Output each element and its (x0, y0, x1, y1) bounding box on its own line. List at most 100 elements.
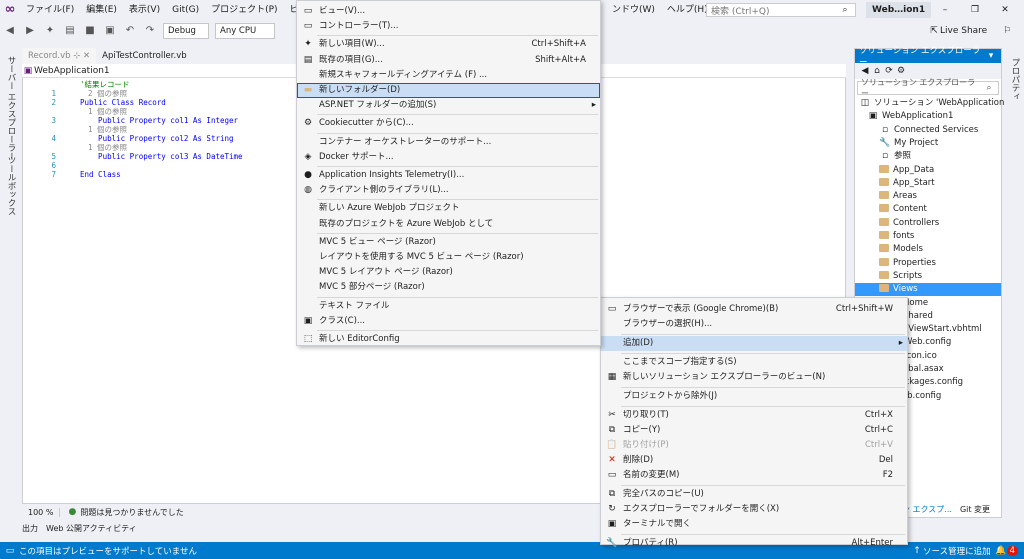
menu-item-7[interactable]: ✕ 削除(D) Del (601, 453, 907, 468)
add-menu-item-15[interactable]: レイアウトを使用する MVC 5 ビュー ページ (Razor) (297, 250, 600, 265)
tab-output[interactable]: 出力 (22, 523, 38, 534)
open-icon[interactable]: ▤ (61, 22, 79, 40)
restore-icon[interactable]: ❐ (960, 4, 990, 16)
save-all-icon[interactable]: ▣ (101, 22, 119, 40)
menu-window[interactable]: ンドウ(W) (606, 0, 661, 20)
add-menu-item-16[interactable]: MVC 5 レイアウト ページ (Razor) (297, 265, 600, 280)
add-menu-item-4[interactable]: 新規スキャフォールディングアイテム (F) ... (297, 68, 600, 83)
configuration-dropdown[interactable]: Debug (163, 23, 209, 39)
tab-apitestcontroller-vb[interactable]: ApiTestController.vb (96, 48, 192, 64)
tree-node[interactable]: App_Data (855, 164, 1001, 177)
sync-icon[interactable]: ⟳ (883, 65, 895, 77)
add-menu-item-2[interactable]: ✦ 新しい項目(W)... Ctrl+Shift+A (297, 37, 600, 52)
project-dropdown[interactable]: WebApplication1 (34, 66, 110, 76)
add-menu-item-0[interactable]: ▭ ビュー(V)... (297, 4, 600, 19)
add-menu-item-19[interactable]: ▣ クラス(C)... (297, 314, 600, 329)
line-number: 4 (51, 134, 56, 143)
tree-node[interactable]: Content (855, 203, 1001, 216)
add-menu-item-14[interactable]: MVC 5 ビュー ページ (Razor) (297, 235, 600, 250)
close-icon[interactable]: ✕ (990, 4, 1020, 16)
platform-dropdown[interactable]: Any CPU (215, 23, 275, 39)
tree-node[interactable]: Scripts (855, 270, 1001, 283)
add-item-icon: ◍ (304, 185, 312, 196)
tree-node[interactable]: ▣ WebApplication1 (855, 110, 1001, 123)
menu-item-1[interactable]: ここまでスコープ指定する(S) (601, 355, 907, 370)
menu-project[interactable]: プロジェクト(P) (205, 0, 283, 20)
undo-icon[interactable]: ↶ (121, 22, 139, 40)
bell-icon[interactable]: 🔔 (995, 545, 1007, 557)
live-share-button[interactable]: ⇱ Live Share ⚐ (928, 24, 1013, 38)
menu-git[interactable]: Git(G) (166, 0, 205, 20)
settings-icon[interactable]: ⚙ (895, 65, 907, 77)
tab-git-changes[interactable]: Git 変更 (960, 504, 990, 515)
save-icon[interactable]: ■ (81, 22, 99, 40)
tree-node[interactable]: 🔧 My Project (855, 137, 1001, 150)
menu-file[interactable]: ファイル(F) (20, 0, 80, 20)
minimize-icon[interactable]: – (930, 4, 960, 16)
menu-item-top-0[interactable]: ▭ ブラウザーで表示 (Google Chrome)(B) Ctrl+Shift+W (601, 302, 907, 317)
add-menu-item-3[interactable]: ▤ 既存の項目(G)... Shift+Alt+A (297, 53, 600, 68)
tab-record-vb[interactable]: Record.vb ⊹ ✕ (22, 48, 97, 64)
add-menu-item-10[interactable]: ● Application Insights Telemetry(I)... (297, 168, 600, 183)
menu-item-9[interactable]: ⧉ 完全パスのコピー(U) (601, 487, 907, 502)
menu-item-10[interactable]: ↻ エクスプローラーでフォルダーを開く(X) (601, 502, 907, 517)
menu-item-top-1[interactable]: ブラウザーの選択(H)... (601, 317, 907, 332)
codelens-reference[interactable]: 1 個の参照 (88, 143, 127, 152)
menu-item-12[interactable]: 🔧 プロパティ(R) Alt+Enter (601, 536, 907, 551)
back-icon[interactable]: ◀ (859, 65, 871, 77)
tree-node[interactable]: Properties (855, 257, 1001, 270)
redo-icon[interactable]: ↷ (141, 22, 159, 40)
tree-node[interactable]: ◫ ソリューション 'WebApplication (855, 97, 1005, 110)
tree-node[interactable]: Views (855, 283, 1001, 297)
tab-web-publish-activity[interactable]: Web 公開アクティビティ (46, 523, 137, 534)
properties-tab[interactable]: プロパティ (1009, 58, 1021, 101)
add-menu-item-8[interactable]: コンテナー オーケストレーターのサポート... (297, 135, 600, 150)
toolbox-tab[interactable]: ツールボックス (5, 156, 17, 216)
add-menu-item-20[interactable]: ⬚ 新しい EditorConfig (297, 332, 600, 347)
home-icon[interactable]: ⌂ (871, 65, 883, 77)
menu-view[interactable]: 表示(V) (123, 0, 166, 20)
menu-item-3[interactable]: プロジェクトから除外(J) (601, 389, 907, 404)
add-menu-item-13[interactable]: 既存のプロジェクトを Azure WebJob として (297, 217, 600, 232)
tree-node[interactable]: ▫ Connected Services (855, 124, 1001, 137)
tree-node[interactable]: Controllers (855, 217, 1001, 230)
menu-item-6[interactable]: 📋 貼り付け(P) Ctrl+V (601, 438, 907, 453)
tree-node[interactable]: fonts (855, 230, 1001, 243)
solution-explorer-search[interactable]: ソリューション エクスプローラー ⌕ (857, 78, 999, 98)
tree-node[interactable]: App_Start (855, 177, 1001, 190)
forward-icon[interactable]: ▶ (21, 22, 39, 40)
menu-item-4[interactable]: ✂ 切り取り(T) Ctrl+X (601, 408, 907, 423)
tree-node[interactable]: ▫ 参照 (855, 150, 1001, 163)
pin-icon[interactable]: ▾ (985, 50, 997, 62)
add-menu-item-18[interactable]: テキスト ファイル (297, 299, 600, 314)
add-menu-item-17[interactable]: MVC 5 部分ページ (Razor) (297, 280, 600, 295)
menu-item-5[interactable]: ⧉ コピー(Y) Ctrl+C (601, 423, 907, 438)
menu-edit[interactable]: 編集(E) (80, 0, 123, 20)
tree-node[interactable]: Models (855, 243, 1001, 256)
menu-separator (621, 485, 905, 486)
search-input[interactable]: 検索 (Ctrl+Q) (711, 4, 839, 17)
add-menu-item-9[interactable]: ◈ Docker サポート... (297, 150, 600, 165)
new-project-icon[interactable]: ✦ (41, 22, 59, 40)
add-menu-item-12[interactable]: 新しい Azure WebJob プロジェクト (297, 201, 600, 216)
add-menu-item-6[interactable]: ASP.NET フォルダーの追加(S) ▸ (297, 98, 600, 113)
zoom-level[interactable]: 100 % (22, 507, 61, 517)
back-icon[interactable]: ◀ (1, 22, 19, 40)
feedback-icon[interactable]: ⚐ (1001, 25, 1013, 37)
add-menu-item-7[interactable]: ⚙ Cookiecutter から(C)... (297, 116, 600, 131)
codelens-reference[interactable]: 1 個の参照 (88, 107, 127, 116)
menu-item-0[interactable]: 追加(D) ▸ (601, 336, 907, 351)
menu-item-8[interactable]: ▭ 名前の変更(M) F2 (601, 468, 907, 483)
tree-node[interactable]: Areas (855, 190, 1001, 203)
codelens-reference[interactable]: 2 個の参照 (88, 89, 127, 98)
menu-item-2[interactable]: ▦ 新しいソリューション エクスプローラーのビュー(N) (601, 370, 907, 385)
add-to-source-control[interactable]: ソース管理に追加 (923, 545, 991, 557)
add-menu-item-1[interactable]: ▭ コントローラー(T)... (297, 19, 600, 34)
code-area[interactable]: '結果レコード 1 2 個の参照 2 Public Class Record 1 個の参照… (22, 80, 292, 180)
codelens-reference[interactable]: 1 個の参照 (88, 125, 127, 134)
add-menu-item-5[interactable]: ▬ 新しいフォルダー(D) (297, 83, 600, 98)
server-explorer-tab[interactable]: サーバー エクスプローラー (5, 56, 17, 161)
add-menu-item-11[interactable]: ◍ クライアント側のライブラリ(L)... (297, 183, 600, 198)
menu-item-11[interactable]: ▣ ターミナルで開く (601, 517, 907, 532)
search-box[interactable]: 検索 (Ctrl+Q) ⌕ (706, 3, 856, 17)
